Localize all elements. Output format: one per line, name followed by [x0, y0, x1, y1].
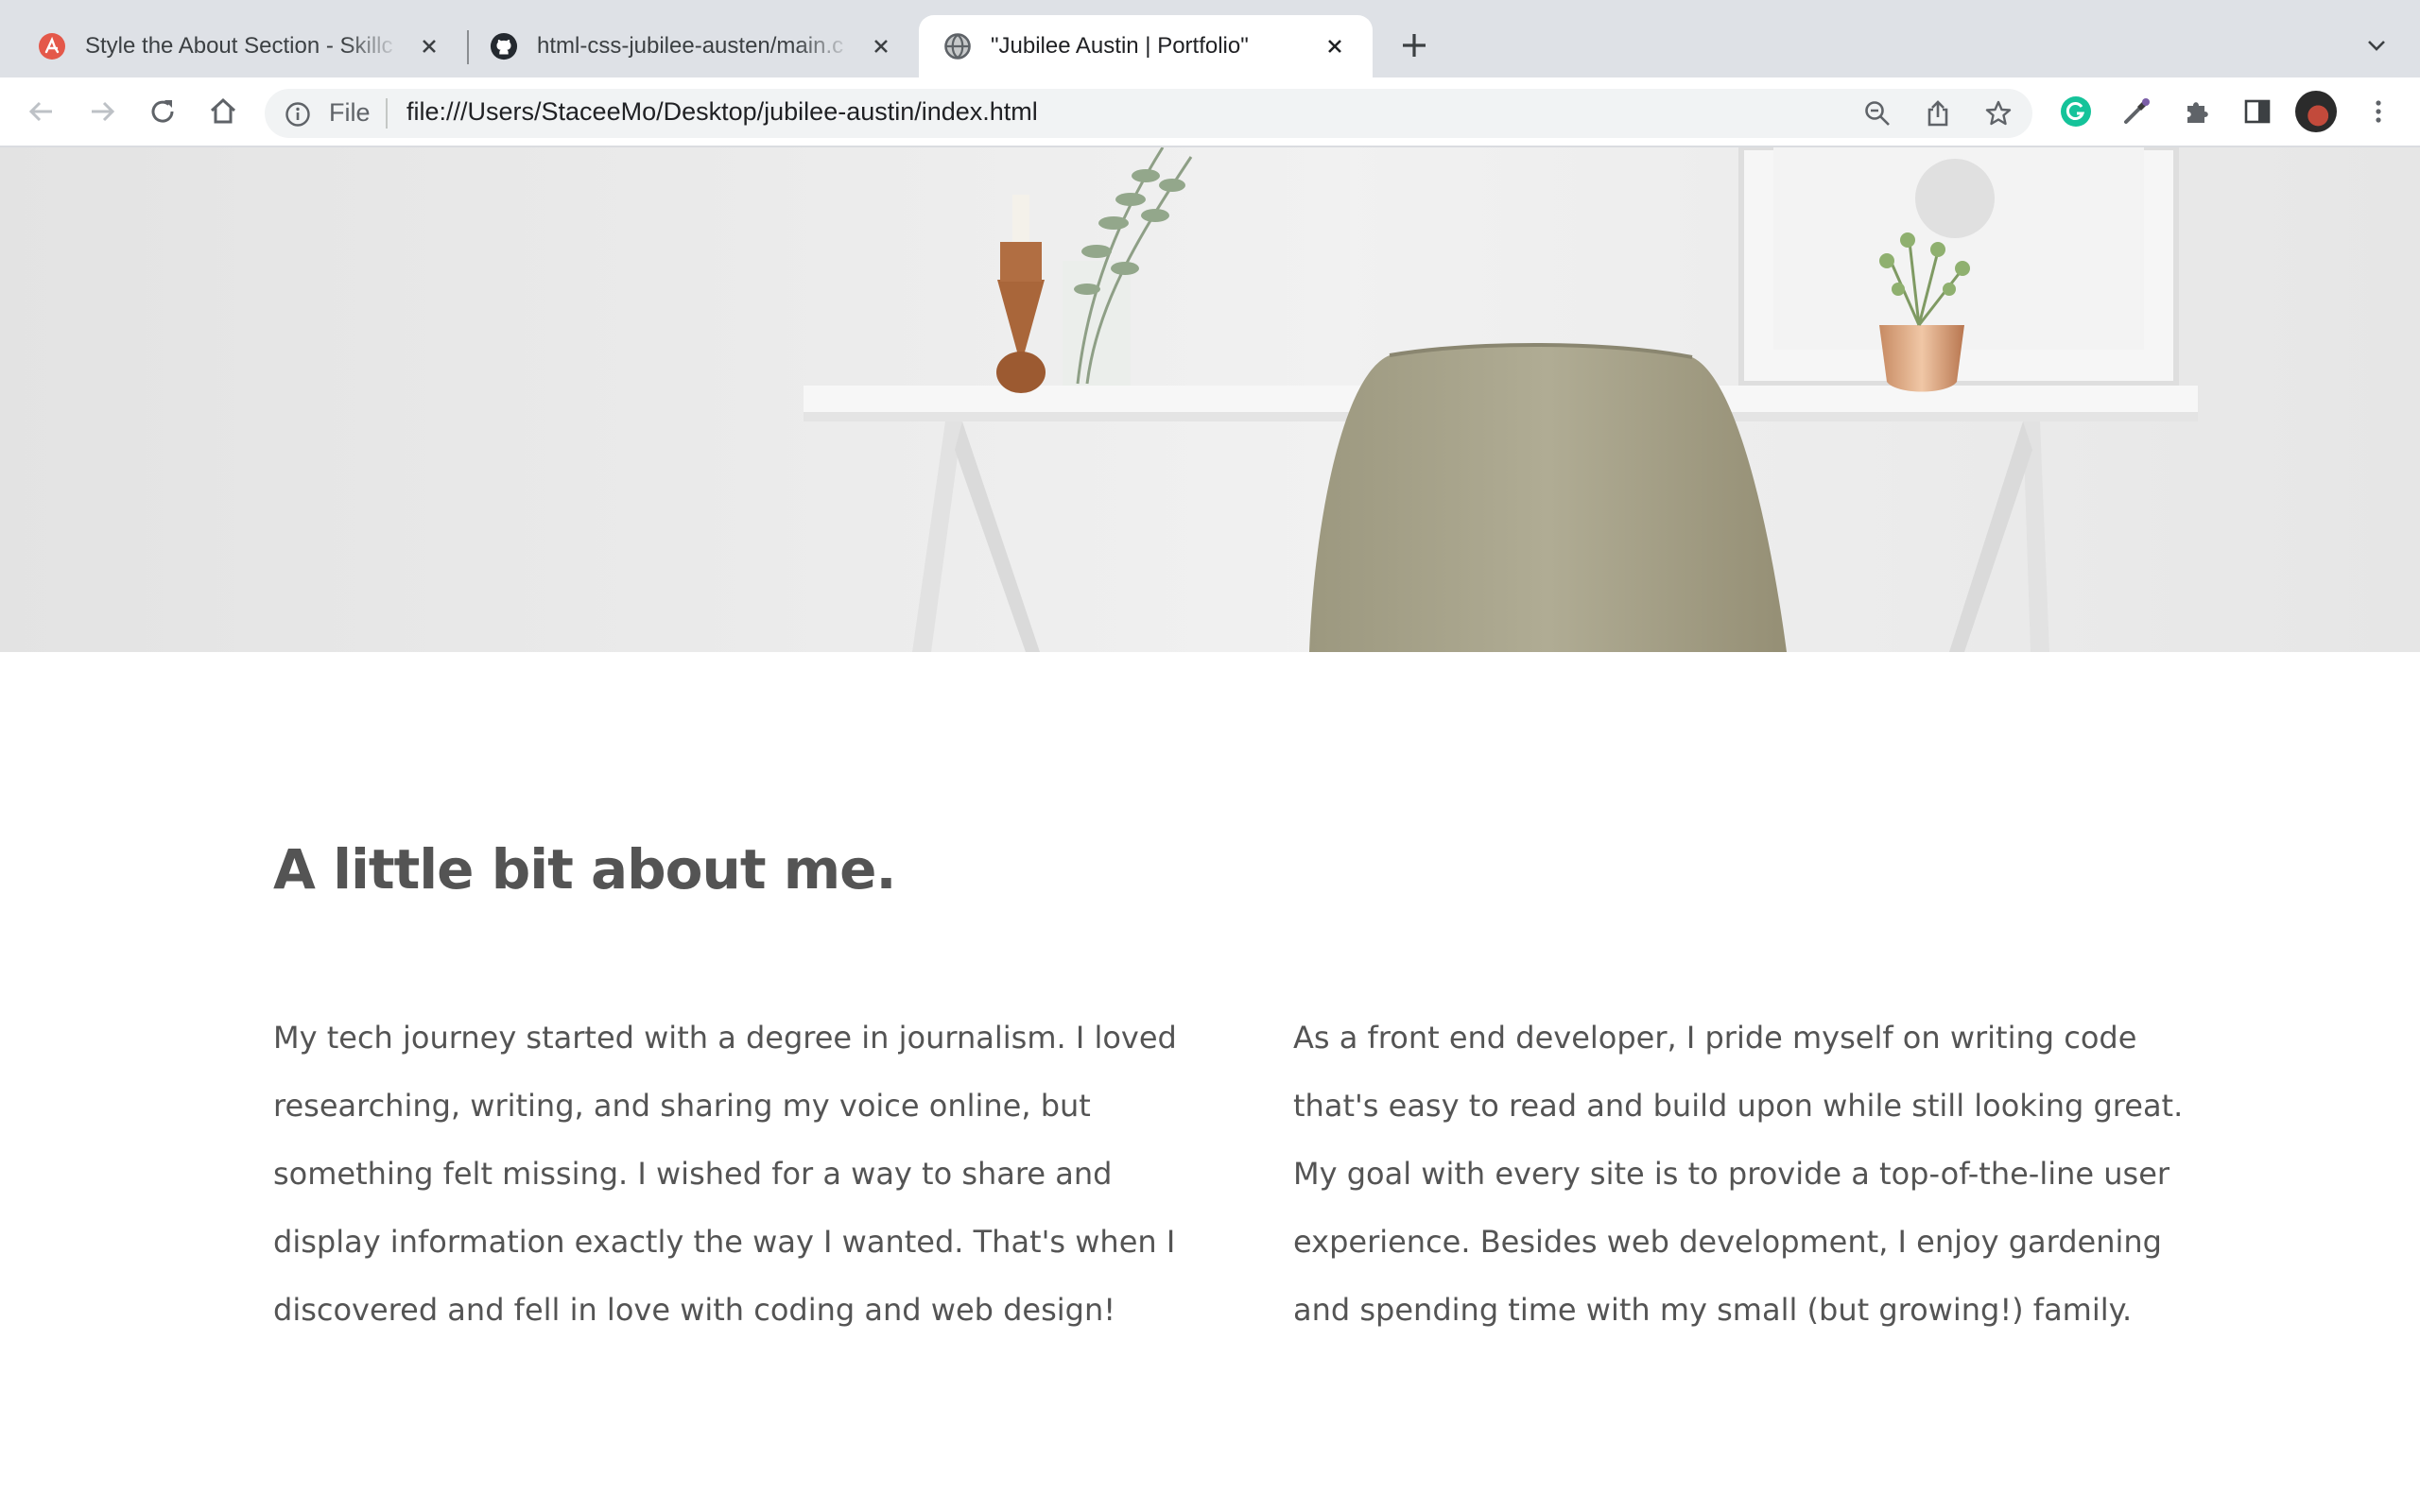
share-icon[interactable] — [1919, 94, 1957, 132]
bookmark-star-icon[interactable] — [1979, 94, 2017, 132]
back-icon[interactable] — [23, 93, 60, 130]
skillcrush-icon — [38, 32, 66, 60]
grammarly-icon[interactable] — [2057, 93, 2095, 130]
url-text[interactable]: file:///Users/StaceeMo/Desktop/jubilee-a… — [406, 97, 1038, 127]
tab-strip: Style the About Section - Skillc html-cs… — [0, 0, 2420, 77]
text-line: and spending time with my small (but gro… — [1293, 1292, 2133, 1328]
close-icon[interactable] — [1322, 33, 1348, 60]
eyedropper-icon[interactable] — [2118, 93, 2155, 130]
about-paragraph-right: As a front end developer, I pride myself… — [1293, 1004, 2183, 1344]
text-line: My goal with every site is to provide a … — [1293, 1156, 2170, 1192]
about-heading: A little bit about me. — [273, 837, 897, 902]
menu-icon[interactable] — [2360, 93, 2397, 130]
zoom-icon[interactable] — [1858, 94, 1896, 132]
about-paragraph-left: My tech journey started with a degree in… — [273, 1004, 1177, 1344]
text-line: experience. Besides web development, I e… — [1293, 1224, 2162, 1260]
forward-icon[interactable] — [83, 93, 121, 130]
reload-icon[interactable] — [144, 93, 182, 130]
globe-icon — [943, 32, 972, 60]
page-viewport: A little bit about me. My tech journey s… — [0, 147, 2420, 1512]
tab-title: "Jubilee Austin | Portfolio" — [991, 33, 1249, 59]
text-line: As a front end developer, I pride myself… — [1293, 1020, 2137, 1056]
text-line: researching, writing, and sharing my voi… — [273, 1088, 1091, 1124]
close-icon[interactable] — [416, 33, 442, 60]
address-bar[interactable]: File file:///Users/StaceeMo/Desktop/jubi… — [265, 89, 2032, 138]
github-icon — [490, 32, 518, 60]
omnibox-divider — [386, 98, 388, 129]
text-line: display information exactly the way I wa… — [273, 1224, 1176, 1260]
tab-portfolio[interactable]: "Jubilee Austin | Portfolio" — [919, 15, 1373, 77]
extensions-icon[interactable] — [2178, 93, 2216, 130]
new-tab-icon[interactable] — [1397, 28, 1431, 62]
tab-github[interactable]: html-css-jubilee-austen/main.c — [465, 15, 919, 77]
text-line: My tech journey started with a degree in… — [273, 1020, 1177, 1056]
site-info-chip[interactable]: File — [329, 98, 371, 128]
chevron-down-icon[interactable] — [2360, 28, 2394, 62]
tab-skillcrush[interactable]: Style the About Section - Skillc — [13, 15, 467, 77]
text-line: discovered and fell in love with coding … — [273, 1292, 1116, 1328]
browser-toolbar: File file:///Users/StaceeMo/Desktop/jubi… — [0, 77, 2420, 147]
side-panel-icon[interactable] — [2238, 93, 2276, 130]
info-icon[interactable] — [284, 100, 312, 129]
close-icon[interactable] — [868, 33, 894, 60]
text-line: something felt missing. I wished for a w… — [273, 1156, 1113, 1192]
hero-image — [0, 147, 2420, 652]
text-line: that's easy to read and build upon while… — [1293, 1088, 2184, 1124]
home-icon[interactable] — [204, 93, 242, 130]
profile-avatar[interactable] — [2295, 91, 2337, 132]
